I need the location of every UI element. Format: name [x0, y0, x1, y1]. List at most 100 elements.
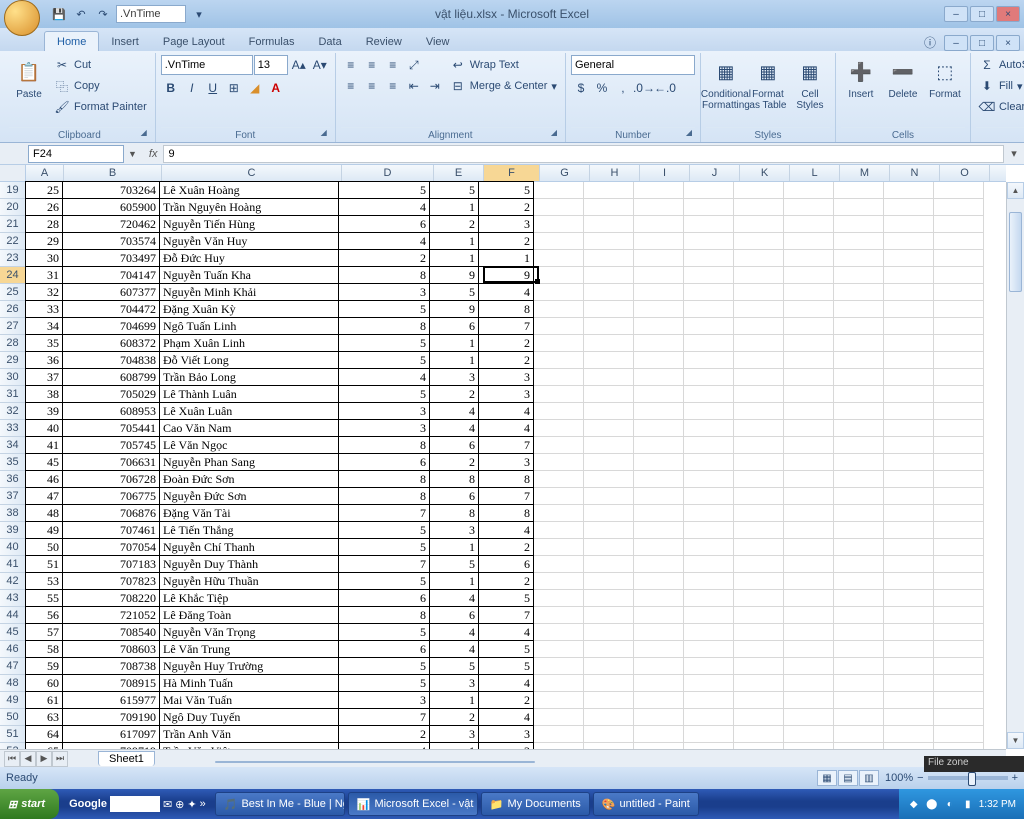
- cell[interactable]: 7: [338, 504, 430, 522]
- row-header[interactable]: 33: [0, 420, 25, 437]
- cell[interactable]: [634, 709, 684, 726]
- cell[interactable]: Nguyễn Minh Khải: [159, 283, 339, 301]
- row-header[interactable]: 27: [0, 318, 25, 335]
- cell[interactable]: 608372: [62, 334, 160, 352]
- column-header[interactable]: E: [434, 165, 484, 181]
- tab-insert[interactable]: Insert: [99, 32, 151, 51]
- cell[interactable]: 2: [478, 232, 534, 250]
- cell[interactable]: [934, 369, 984, 386]
- font-color-button[interactable]: A: [266, 78, 286, 98]
- format-as-table-button[interactable]: ▦Format as Table: [748, 55, 788, 111]
- cell[interactable]: Lê Thành Luân: [159, 385, 339, 403]
- cell[interactable]: 59: [25, 657, 63, 675]
- insert-cells-button[interactable]: ➕Insert: [841, 55, 881, 100]
- tray-icon[interactable]: ⬤: [925, 797, 939, 811]
- cell[interactable]: 8: [338, 487, 430, 505]
- tab-page-layout[interactable]: Page Layout: [151, 32, 237, 51]
- cell[interactable]: [884, 284, 934, 301]
- cell[interactable]: 8: [338, 266, 430, 284]
- cell[interactable]: 704472: [62, 300, 160, 318]
- cell[interactable]: [634, 250, 684, 267]
- cell[interactable]: [634, 216, 684, 233]
- dialog-launcher-icon[interactable]: ◢: [318, 128, 330, 140]
- cell[interactable]: Nguyễn Duy Thành: [159, 555, 339, 573]
- align-center-button[interactable]: ≡: [362, 76, 382, 96]
- cell[interactable]: [584, 573, 634, 590]
- cell[interactable]: [834, 624, 884, 641]
- cell[interactable]: [584, 199, 634, 216]
- cell[interactable]: 4: [429, 640, 479, 658]
- cell[interactable]: [584, 539, 634, 556]
- row-header[interactable]: 39: [0, 522, 25, 539]
- row-header[interactable]: 30: [0, 369, 25, 386]
- cell[interactable]: Đặng Văn Tài: [159, 504, 339, 522]
- cell[interactable]: [734, 267, 784, 284]
- cell[interactable]: 3: [478, 215, 534, 233]
- cell[interactable]: [884, 471, 934, 488]
- cell[interactable]: [534, 590, 584, 607]
- cell[interactable]: [834, 318, 884, 335]
- cell[interactable]: [684, 318, 734, 335]
- cell[interactable]: [734, 301, 784, 318]
- cell[interactable]: 1: [429, 232, 479, 250]
- taskbar-item[interactable]: 📁My Documents: [481, 792, 590, 816]
- cell[interactable]: Đoàn Đức Sơn: [159, 470, 339, 488]
- cell[interactable]: [684, 573, 734, 590]
- cell[interactable]: 4: [429, 589, 479, 607]
- cell[interactable]: [684, 335, 734, 352]
- cell[interactable]: [684, 488, 734, 505]
- cell[interactable]: 34: [25, 317, 63, 335]
- cell[interactable]: [884, 675, 934, 692]
- cell[interactable]: [684, 726, 734, 743]
- cell[interactable]: [534, 250, 584, 267]
- cell[interactable]: [734, 556, 784, 573]
- cell[interactable]: [584, 403, 634, 420]
- cell[interactable]: [534, 471, 584, 488]
- cell[interactable]: [834, 607, 884, 624]
- cell[interactable]: [584, 284, 634, 301]
- cell[interactable]: [734, 454, 784, 471]
- cell[interactable]: 29: [25, 232, 63, 250]
- cell[interactable]: 39: [25, 402, 63, 420]
- cell[interactable]: 5: [338, 657, 430, 675]
- cell[interactable]: [684, 301, 734, 318]
- cell[interactable]: [884, 250, 934, 267]
- cell[interactable]: 2: [338, 725, 430, 743]
- cell[interactable]: [834, 726, 884, 743]
- cell[interactable]: [584, 709, 634, 726]
- cell[interactable]: 5: [338, 300, 430, 318]
- align-right-button[interactable]: ≡: [383, 76, 403, 96]
- row-header[interactable]: 23: [0, 250, 25, 267]
- cell[interactable]: [534, 522, 584, 539]
- cell[interactable]: [784, 216, 834, 233]
- cell[interactable]: [884, 624, 934, 641]
- cell[interactable]: [784, 709, 834, 726]
- cell[interactable]: [834, 641, 884, 658]
- cell[interactable]: Phạm Xuân Linh: [159, 334, 339, 352]
- cell[interactable]: [684, 403, 734, 420]
- page-layout-view-button[interactable]: ▤: [838, 770, 858, 786]
- cell[interactable]: [634, 182, 684, 199]
- delete-cells-button[interactable]: ➖Delete: [883, 55, 923, 100]
- tray-icon[interactable]: ◐: [943, 797, 957, 811]
- cell[interactable]: 2: [478, 691, 534, 709]
- cell[interactable]: [684, 386, 734, 403]
- cell[interactable]: [684, 182, 734, 199]
- cell[interactable]: [584, 182, 634, 199]
- cell[interactable]: [884, 505, 934, 522]
- cell[interactable]: 46: [25, 470, 63, 488]
- hscroll-thumb[interactable]: [215, 761, 535, 763]
- cell[interactable]: Đỗ Đức Huy: [159, 249, 339, 267]
- cell[interactable]: [884, 726, 934, 743]
- cell[interactable]: [634, 420, 684, 437]
- cell[interactable]: 705441: [62, 419, 160, 437]
- cell[interactable]: [734, 726, 784, 743]
- cell[interactable]: [834, 505, 884, 522]
- cell[interactable]: [834, 403, 884, 420]
- cell[interactable]: Lê Xuân Luân: [159, 402, 339, 420]
- cell[interactable]: [934, 437, 984, 454]
- cell[interactable]: [934, 675, 984, 692]
- toolbar-icon[interactable]: ✉: [163, 798, 172, 811]
- cell[interactable]: [934, 641, 984, 658]
- row-header[interactable]: 24: [0, 267, 25, 284]
